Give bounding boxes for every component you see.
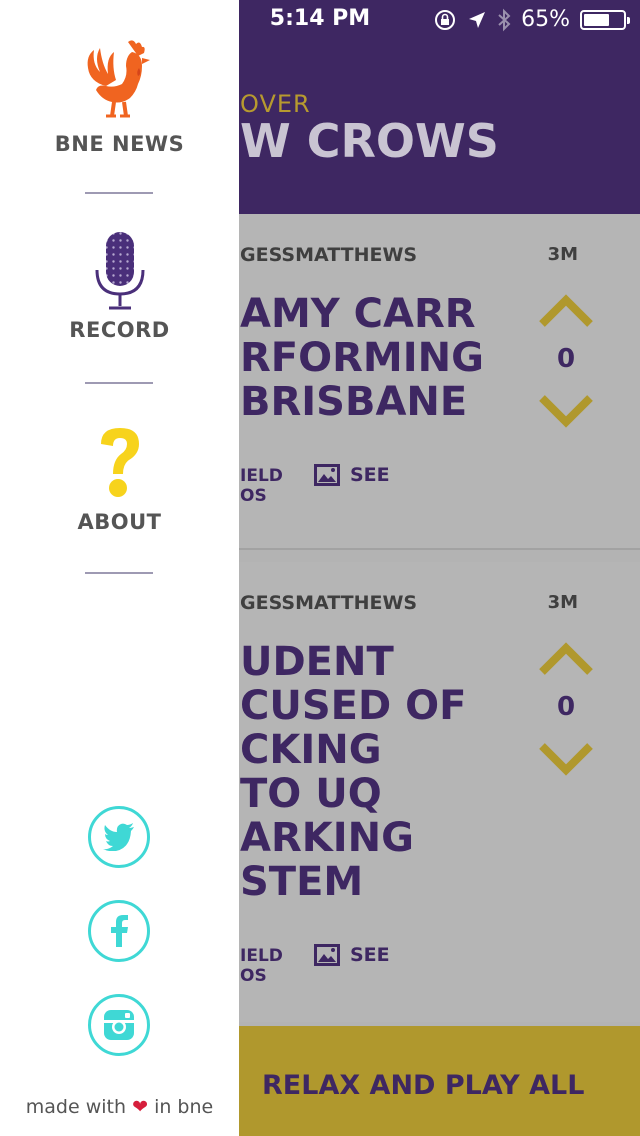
upvote-button[interactable] bbox=[538, 642, 594, 676]
card-author: GESSMATTHEWS bbox=[240, 244, 418, 266]
rooster-icon bbox=[87, 40, 150, 118]
drawer-logo-label: BNE NEWS bbox=[54, 132, 185, 156]
vote-control: 0 bbox=[522, 642, 610, 776]
drawer-divider bbox=[85, 382, 153, 384]
made-with-suffix: in bne bbox=[154, 1096, 214, 1118]
downvote-button[interactable] bbox=[538, 742, 594, 776]
downvote-button[interactable] bbox=[538, 394, 594, 428]
card-title: AMY CARR RFORMING BRISBANE bbox=[240, 291, 484, 425]
see-label: SEE bbox=[350, 944, 390, 966]
see-label: SEE bbox=[350, 464, 390, 486]
card-title: UDENT CUSED OF CKING TO UQ ARKING STEM bbox=[240, 639, 467, 905]
image-icon bbox=[314, 944, 340, 966]
battery-tip bbox=[627, 16, 630, 24]
drawer-divider bbox=[85, 572, 153, 574]
status-icons: 65% bbox=[433, 7, 630, 32]
header-title: W CROWS bbox=[240, 114, 499, 168]
battery-percent: 65% bbox=[521, 7, 570, 32]
image-icon bbox=[314, 464, 340, 486]
microphone-icon bbox=[95, 232, 144, 310]
card-time: 3M bbox=[547, 244, 578, 265]
play-all-button[interactable]: RELAX AND PLAY ALL bbox=[222, 1026, 640, 1136]
card-author: GESSMATTHEWS bbox=[240, 592, 418, 614]
twitter-icon bbox=[103, 823, 134, 851]
drawer-divider bbox=[85, 192, 153, 194]
battery-fill bbox=[584, 13, 609, 26]
vote-control: 0 bbox=[522, 294, 610, 428]
made-with-footer: made with ❤ in bne bbox=[0, 1096, 239, 1118]
card-time: 3M bbox=[547, 592, 578, 613]
see-photos-button[interactable]: SEE bbox=[314, 464, 390, 486]
drawer-item-label: RECORD bbox=[69, 318, 170, 342]
card-source: IELD OS bbox=[240, 466, 283, 506]
instagram-icon bbox=[104, 1010, 134, 1040]
twitter-button[interactable] bbox=[88, 806, 150, 868]
drawer-item-about[interactable]: ABOUT bbox=[0, 424, 239, 534]
rotation-lock-icon bbox=[435, 9, 456, 30]
card-source: IELD OS bbox=[240, 946, 283, 986]
bluetooth-icon bbox=[498, 8, 511, 31]
vote-count: 0 bbox=[556, 344, 576, 374]
facebook-icon bbox=[111, 915, 128, 947]
battery-icon bbox=[580, 9, 630, 30]
status-bar: 5:14 PM 65% bbox=[0, 0, 640, 40]
heart-icon: ❤ bbox=[132, 1096, 149, 1118]
play-all-label: RELAX AND PLAY ALL bbox=[262, 1070, 585, 1101]
location-icon bbox=[469, 11, 486, 28]
side-drawer: BNE NEWS RECORD ABOUT made with ❤ in bne bbox=[0, 0, 239, 1136]
upvote-button[interactable] bbox=[538, 294, 594, 328]
see-photos-button[interactable]: SEE bbox=[314, 944, 390, 966]
made-with-prefix: made with bbox=[25, 1096, 127, 1118]
drawer-item-label: ABOUT bbox=[77, 510, 162, 534]
facebook-button[interactable] bbox=[88, 900, 150, 962]
instagram-button[interactable] bbox=[88, 994, 150, 1056]
vote-count: 0 bbox=[556, 692, 576, 722]
question-icon bbox=[100, 428, 139, 497]
drawer-logo[interactable]: BNE NEWS bbox=[0, 38, 239, 156]
drawer-item-record[interactable]: RECORD bbox=[0, 230, 239, 342]
